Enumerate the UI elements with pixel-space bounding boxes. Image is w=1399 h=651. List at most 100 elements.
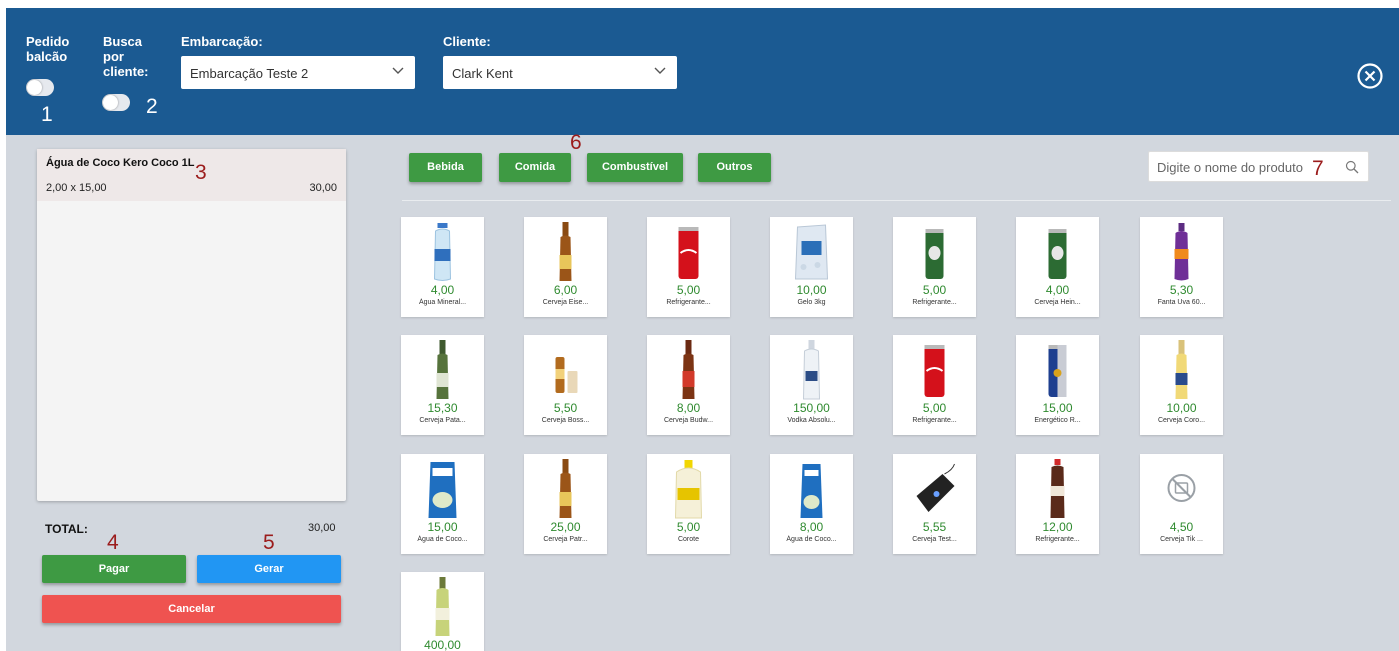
product-card[interactable]: 150,00 Vodka Absolu... — [770, 335, 853, 435]
product-card[interactable]: 15,00 Água de Coco... — [401, 454, 484, 554]
tab-comida[interactable]: Comida — [499, 153, 571, 182]
product-name: Fanta Uva 60... — [1157, 299, 1206, 306]
generate-button[interactable]: Gerar — [197, 555, 341, 583]
product-price: 25,00 — [550, 520, 581, 534]
product-name: Cerveja Patr... — [543, 536, 588, 543]
product-price: 10,00 — [796, 283, 827, 297]
annotation-1: 1 — [41, 103, 53, 126]
beer-bottle-red-icon — [682, 340, 695, 399]
product-name: Cerveja Budw... — [663, 417, 714, 424]
cliente-select[interactable]: Clark Kent — [443, 56, 677, 89]
product-name: Cerveja Test... — [912, 536, 957, 543]
tab-outros[interactable]: Outros — [698, 153, 771, 182]
divider — [402, 200, 1391, 201]
product-price: 6,00 — [553, 283, 578, 297]
product-name: Água de Coco... — [786, 536, 837, 543]
wine-bottle-icon — [435, 577, 450, 636]
card-reader-icon — [916, 463, 955, 512]
search-input[interactable] — [1157, 158, 1337, 176]
coco-carton-icon — [428, 462, 457, 518]
vodka-bottle-icon — [802, 340, 821, 400]
product-card[interactable]: 8,00 Cerveja Budw... — [647, 335, 730, 435]
busca-cliente-toggle[interactable] — [102, 94, 130, 111]
product-name: Refrigerante... — [912, 417, 957, 424]
purple-bottle-icon — [1174, 223, 1189, 281]
total-label: TOTAL: — [45, 522, 88, 536]
product-card[interactable]: 4,50 Cerveja Tik ... — [1140, 454, 1223, 554]
product-name: Cerveja Boss... — [541, 417, 590, 424]
cart-item[interactable]: Água de Coco Kero Coco 1L 2,00 x 15,00 3… — [37, 149, 346, 201]
embarcacao-label: Embarcação: — [181, 34, 263, 49]
product-name: Água Mineral... — [418, 299, 467, 306]
no-image-icon — [1167, 474, 1196, 502]
product-card[interactable]: 5,00 Corote — [647, 454, 730, 554]
corote-bottle-icon — [674, 460, 703, 519]
pedido-balcao-toggle[interactable] — [26, 79, 54, 96]
search-box — [1148, 151, 1369, 182]
product-card[interactable]: 4,00 Cerveja Hein... — [1016, 217, 1099, 317]
product-name: Cerveja Coro... — [1157, 417, 1206, 424]
annotation-6: 6 — [570, 131, 582, 154]
product-price: 5,00 — [676, 520, 701, 534]
product-price: 4,00 — [1045, 283, 1070, 297]
header-bar: Pedido balcão Busca por cliente: Embarca… — [6, 8, 1399, 135]
product-name: Refrigerante... — [666, 299, 711, 306]
product-card[interactable]: 25,00 Cerveja Patr... — [524, 454, 607, 554]
product-price: 5,00 — [676, 283, 701, 297]
beer-bottle-clear-icon — [1175, 340, 1188, 399]
cliente-label: Cliente: — [443, 34, 491, 49]
pedido-balcao-label: Pedido balcão — [26, 34, 70, 64]
green-can-icon — [925, 229, 944, 279]
product-price: 15,00 — [1042, 401, 1073, 415]
cancel-button[interactable]: Cancelar — [42, 595, 341, 623]
coco-carton-small-icon — [800, 464, 823, 518]
product-card[interactable]: 5,00 Refrigerante... — [893, 217, 976, 317]
chevron-down-icon — [654, 67, 666, 74]
product-card[interactable]: 5,55 Cerveja Test... — [893, 454, 976, 554]
ice-bag-icon — [794, 224, 829, 280]
product-card[interactable]: 8,00 Água de Coco... — [770, 454, 853, 554]
product-price: 5,55 — [922, 520, 947, 534]
product-card[interactable]: 10,00 Cerveja Coro... — [1140, 335, 1223, 435]
product-name: Energético R... — [1034, 417, 1081, 424]
cart-item-qty: 2,00 x 15,00 — [46, 182, 107, 194]
chevron-down-icon — [392, 67, 404, 74]
annotation-3: 3 — [195, 161, 207, 184]
product-card[interactable]: 12,00 Refrigerante... — [1016, 454, 1099, 554]
beer-bottle-icon — [559, 459, 572, 518]
beer-bottle-green-icon — [436, 340, 449, 399]
product-card[interactable]: 6,00 Cerveja Eise... — [524, 217, 607, 317]
product-name: Cerveja Hein... — [1034, 299, 1081, 306]
search-icon[interactable] — [1345, 160, 1359, 174]
product-card[interactable]: 10,00 Gelo 3kg — [770, 217, 853, 317]
tab-combustivel[interactable]: Combustível — [587, 153, 683, 182]
tab-bebida[interactable]: Bebida — [409, 153, 482, 182]
pay-button[interactable]: Pagar — [42, 555, 186, 583]
total-value: 30,00 — [308, 522, 336, 534]
product-card[interactable]: 4,00 Água Mineral... — [401, 217, 484, 317]
cart-item-subtotal: 30,00 — [309, 182, 337, 194]
product-name: Cerveja Pata... — [419, 417, 466, 424]
product-card[interactable]: 5,30 Fanta Uva 60... — [1140, 217, 1223, 317]
coke-can-icon — [924, 345, 945, 397]
product-card[interactable]: 15,00 Energético R... — [1016, 335, 1099, 435]
product-price: 5,30 — [1169, 283, 1194, 297]
annotation-7: 7 — [1312, 157, 1324, 180]
product-name: Corote — [677, 536, 699, 543]
product-card[interactable]: 5,50 Cerveja Boss... — [524, 335, 607, 435]
cart-item-name: Água de Coco Kero Coco 1L — [46, 157, 195, 169]
product-card[interactable]: 15,30 Cerveja Pata... — [401, 335, 484, 435]
embarcacao-select[interactable]: Embarcação Teste 2 — [181, 56, 415, 89]
beer-small-icon — [555, 357, 578, 393]
close-icon[interactable] — [1356, 62, 1384, 90]
product-price: 12,00 — [1042, 520, 1073, 534]
annotation-2: 2 — [146, 95, 158, 118]
product-name: Cerveja Eise... — [542, 299, 589, 306]
product-card[interactable]: 5,00 Refrigerante... — [893, 335, 976, 435]
product-price: 8,00 — [676, 401, 701, 415]
product-card[interactable]: 5,00 Refrigerante... — [647, 217, 730, 317]
product-name: Vodka Absolu... — [787, 417, 836, 424]
busca-cliente-label: Busca por cliente: — [103, 34, 149, 79]
product-card[interactable]: 400,00 — [401, 572, 484, 651]
product-price: 15,30 — [427, 401, 458, 415]
